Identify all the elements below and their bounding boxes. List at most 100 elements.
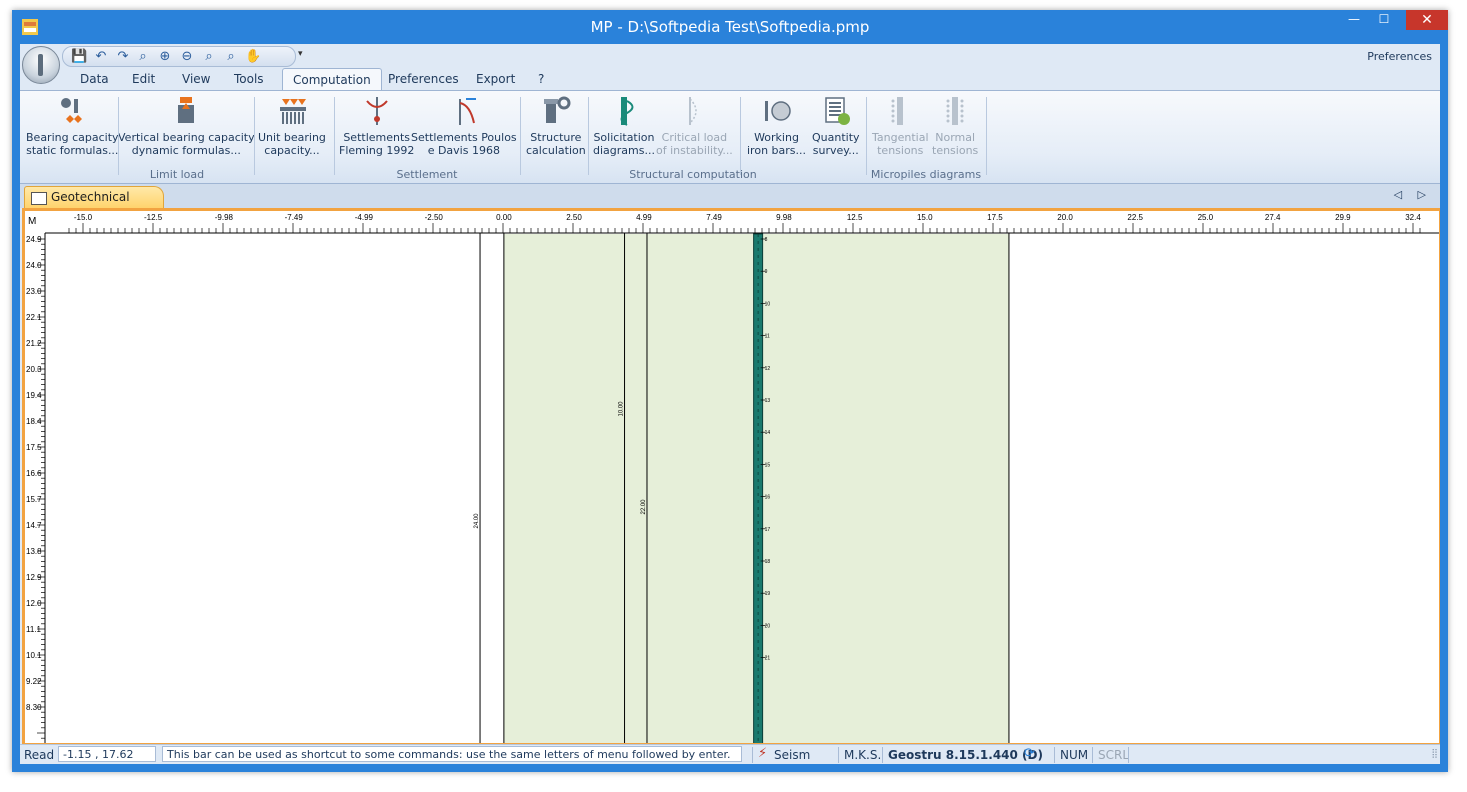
close-button[interactable]: ✕ [1406,10,1448,30]
pile-depth-label: 12 [765,366,771,372]
ribbon-button-label: Fleming 1992 [339,144,415,157]
normal-tensions-button[interactable]: Normal tensions [932,95,978,157]
settlements-fleming-button[interactable]: Settlements Fleming 1992 [339,95,414,157]
geotechnical-section-drawing[interactable]: M -15.0 -12.5 -9.98 -7.49 -4.99 -2.50 0.00 2.50 4… [25,211,1439,743]
pan-hand-icon[interactable]: ✋ [245,49,261,64]
pile-depth-label: 19 [765,591,771,597]
ribbon-group-label: Micropiles diagrams [870,168,982,181]
working-iron-bars-button[interactable]: Working iron bars... [747,95,806,157]
status-scrl: SCRL [1098,748,1130,762]
status-units: M.K.S. [844,748,882,762]
y-tick-label: 10.1 [26,651,42,660]
ribbon-button-label: tensions [932,144,979,157]
structure-calculation-button[interactable]: Structure calculation [526,95,586,157]
status-num: NUM [1060,748,1089,762]
maximize-button[interactable]: ☐ [1370,10,1398,30]
x-tick-label: -4.99 [355,213,374,222]
ribbon-button-label: capacity... [264,144,320,157]
document-tab-strip: Geotechnical section ◁ ▷ [20,184,1440,225]
seism-icon[interactable]: ⚡ [758,746,767,761]
zoom-previous-icon[interactable]: ⌕ [223,49,239,64]
x-tick-label: 17.5 [987,213,1003,222]
ribbon-panel: Bearing capacity static formulas... Vertic… [20,90,1440,184]
critical-load-button[interactable]: Critical load of instability... [656,95,733,157]
tab-view[interactable]: View [182,72,210,86]
zoom-window-icon[interactable]: ⌕ [135,49,151,64]
x-tick-label: 2.50 [566,213,582,222]
status-separator [1092,747,1093,763]
critical-load-icon [689,97,698,125]
undo-icon[interactable]: ↶ [93,49,109,64]
x-tick-label: 7.49 [706,213,722,222]
unit-bearing-capacity-icon [279,99,306,124]
resize-grip-icon[interactable]: ⣿ [1431,749,1438,759]
x-tick-label: -9.98 [215,213,234,222]
dimension-label: 24.00 [474,513,480,529]
ribbon-button-label: iron bars... [747,144,807,157]
tab-edit[interactable]: Edit [132,72,155,86]
section-view-icon [31,192,47,205]
application-menu-button[interactable] [22,46,60,84]
update-icon[interactable]: ⟳ [1024,746,1035,761]
ribbon-button-label: Unit bearing [258,131,326,144]
y-tick-label: 23.0 [26,287,42,296]
title-bar[interactable]: MP - D:\Softpedia Test\Softpedia.pmp — ☐… [12,10,1448,44]
x-tick-label: 0.00 [496,213,512,222]
vertical-bearing-dynamic-button[interactable]: Vertical bearing capacity dynamic formula… [118,95,255,157]
status-seism[interactable]: Seism [774,748,810,762]
tab-tools[interactable]: Tools [234,72,264,86]
ribbon-separator [118,97,119,175]
bearing-capacity-static-icon [61,98,83,123]
y-tick-label: 12.9 [26,573,42,582]
tab-geotechnical-section[interactable]: Geotechnical section [24,186,164,225]
tab-preferences[interactable]: Preferences [388,72,459,86]
y-tick-label: 8.30 [26,703,42,712]
tangential-tensions-button[interactable]: Tangential tensions [872,95,929,157]
tab-computation[interactable]: Computation [282,68,382,91]
command-shortcut-field[interactable]: This bar can be used as shortcut to some… [162,746,742,762]
zoom-out-icon[interactable]: ⊖ [179,49,195,64]
y-tick-label: 21.2 [26,339,42,348]
save-icon[interactable]: 💾 [71,49,87,64]
y-tick-label: 24.9 [26,235,42,244]
tab-data[interactable]: Data [80,72,109,86]
minimize-button[interactable]: — [1340,10,1368,30]
quantity-survey-button[interactable]: Quantity survey... [812,95,860,157]
x-tick-label: 4.99 [636,213,652,222]
y-tick-label: 18.4 [26,417,42,426]
drawing-canvas[interactable]: M -15.0 -12.5 -9.98 -7.49 -4.99 -2.50 0.00 2.50 4… [22,208,1440,746]
y-tick-label: 11.1 [26,625,42,634]
solicitation-diagrams-button[interactable]: Solicitation diagrams... [593,95,655,157]
y-tick-label: 14.7 [26,521,42,530]
preferences-link[interactable]: Preferences [1367,50,1432,63]
x-tick-label: 15.0 [917,213,933,222]
unit-bearing-capacity-button[interactable]: Unit bearing capacity... [258,95,326,157]
ribbon-button-label: Solicitation [593,131,655,144]
status-separator [752,747,753,763]
zoom-in-icon[interactable]: ⊕ [157,49,173,64]
bearing-capacity-static-button[interactable]: Bearing capacity static formulas... [26,95,119,157]
ribbon-tabs: Data Edit View Tools Computation Preferences E… [20,66,1440,91]
x-tick-label: 9.98 [776,213,792,222]
ribbon-separator [740,97,741,175]
tab-help[interactable]: ? [538,72,544,86]
tab-export[interactable]: Export [476,72,515,86]
solicitation-diagrams-icon [620,97,634,126]
status-state: Read [24,748,55,762]
zoom-all-icon[interactable]: ⌕ [201,49,217,64]
pile-depth-label: 21 [765,656,771,662]
vertical-bearing-dynamic-icon [178,97,195,123]
quick-access-customize-icon[interactable]: ▾ [298,49,303,59]
y-tick-label: 22.1 [26,313,42,322]
pile-depth-label: 15 [765,462,771,468]
tab-scroll-arrows[interactable]: ◁ ▷ [1394,188,1432,201]
ribbon-group-label: Settlement [396,168,458,181]
x-tick-label: -15.0 [74,213,93,222]
ribbon-group-label: Structural computation [629,168,757,181]
ruler-units-label: M [28,216,36,227]
settlements-fleming-icon [365,97,388,125]
settlements-poulos-davis-icon [458,98,476,125]
redo-icon[interactable]: ↷ [115,49,131,64]
ribbon-separator [520,97,521,175]
settlements-poulos-davis-button[interactable]: Settlements Poulos e Davis 1968 [411,95,517,157]
